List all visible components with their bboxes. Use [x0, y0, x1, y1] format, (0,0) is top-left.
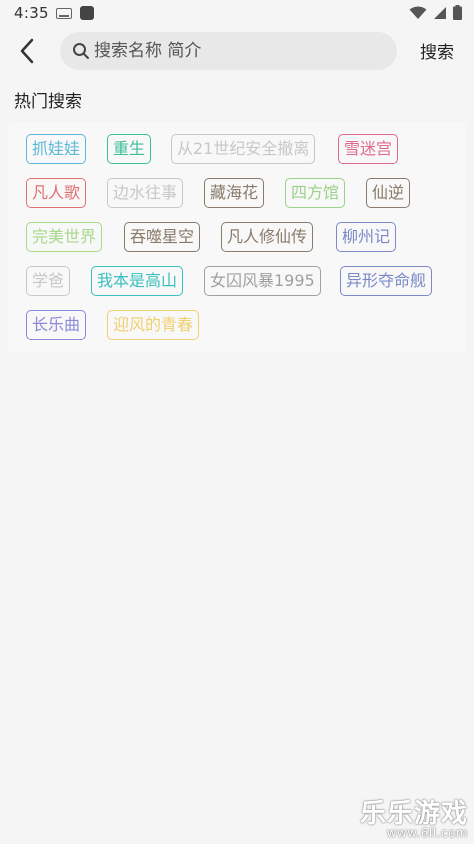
chevron-left-icon [20, 38, 34, 64]
search-input[interactable] [94, 41, 384, 61]
hot-search-tags: 抓娃娃 重生 从21世纪安全撤离 雪迷宫 凡人歌 边水往事 藏海花 四方馆 仙逆… [8, 122, 466, 352]
hot-search-tag[interactable]: 凡人修仙传 [221, 222, 314, 252]
hot-search-tag[interactable]: 柳州记 [336, 222, 397, 252]
hot-search-tag[interactable]: 雪迷宫 [338, 134, 399, 164]
watermark: 乐乐游戏 www.6ll.com [360, 793, 468, 840]
search-icon [72, 42, 90, 60]
search-button[interactable]: 搜索 [420, 38, 454, 63]
hot-search-tag[interactable]: 完美世界 [26, 222, 103, 252]
hot-search-tag[interactable]: 吞噬星空 [124, 222, 201, 252]
hot-search-tag[interactable]: 异形夺命舰 [340, 266, 433, 296]
hot-search-tag[interactable]: 藏海花 [204, 178, 265, 208]
hot-search-tag[interactable]: 从21世纪安全撤离 [171, 134, 316, 164]
wifi-icon [409, 6, 427, 19]
hot-search-tag[interactable]: 边水往事 [107, 178, 184, 208]
hot-search-tag[interactable]: 四方馆 [285, 178, 346, 208]
app-notification-icon [80, 6, 94, 20]
hot-search-tag[interactable]: 长乐曲 [26, 310, 87, 340]
hot-search-tag[interactable]: 抓娃娃 [26, 134, 87, 164]
hot-search-title: 热门搜索 [14, 92, 82, 112]
keyboard-icon [56, 7, 72, 19]
status-system-icons [409, 5, 462, 20]
battery-icon [453, 5, 462, 20]
status-bar: 4:35 [0, 0, 474, 26]
hot-search-tag[interactable]: 我本是高山 [91, 266, 184, 296]
hot-search-tag[interactable]: 学爸 [26, 266, 71, 296]
hot-search-tag[interactable]: 迎风的青春 [107, 310, 200, 340]
back-button[interactable] [12, 34, 42, 68]
hot-search-tag[interactable]: 仙逆 [366, 178, 411, 208]
search-box[interactable] [60, 32, 397, 70]
search-header: 搜索 [0, 28, 474, 74]
signal-icon [434, 6, 446, 19]
status-time: 4:35 [14, 4, 49, 22]
status-notification-icons [56, 6, 94, 20]
hot-search-tag[interactable]: 重生 [107, 134, 152, 164]
hot-search-tag[interactable]: 女囚风暴1995 [204, 266, 321, 296]
watermark-title: 乐乐游戏 [359, 799, 468, 829]
hot-search-tag[interactable]: 凡人歌 [26, 178, 87, 208]
